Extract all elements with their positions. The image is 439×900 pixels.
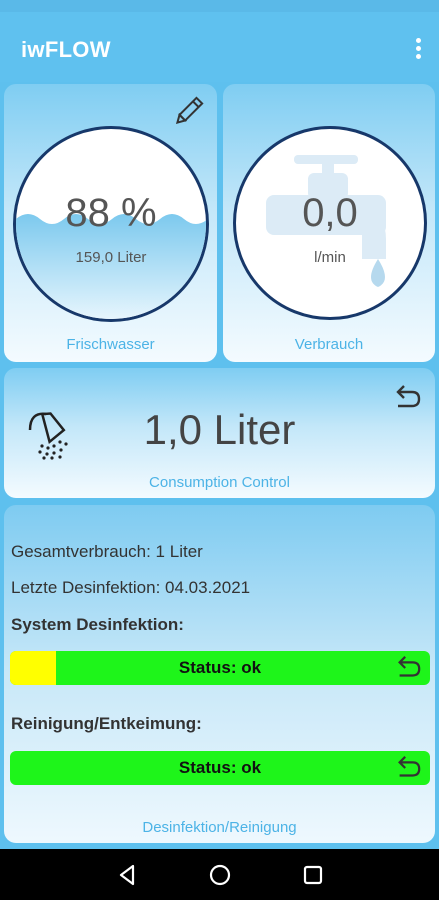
app-bar: iwFLOW (0, 12, 439, 82)
total-consumption: Gesamtverbrauch: 1 Liter (11, 542, 203, 561)
system-status-text: Status: ok (178, 658, 262, 677)
fill-percent: 88 % (65, 191, 157, 235)
system-disinfection-status-bar[interactable]: Status: ok (10, 651, 430, 685)
cleaning-status-text: Status: ok (178, 758, 262, 777)
reset-arrow-icon[interactable] (392, 384, 422, 412)
consumption-card[interactable]: 0,0 l/min Verbrauch (223, 84, 435, 362)
flow-rate-value: 0,0 (302, 191, 358, 235)
nav-back-icon[interactable] (113, 861, 141, 889)
last-disinfection-date: Letzte Desinfektion: 04.03.2021 (11, 578, 251, 597)
edit-pencil-icon[interactable] (170, 94, 206, 130)
system-disinfection-heading: System Desinfektion: (11, 615, 184, 634)
fresh-water-caption: Frischwasser (66, 336, 155, 353)
overflow-menu-icon[interactable] (411, 38, 425, 60)
consumption-control-card[interactable]: 1,0 Liter Consumption Control (4, 368, 435, 498)
system-nav-bar (0, 849, 439, 900)
disinfection-card[interactable]: Gesamtverbrauch: 1 Liter Letzte Desinfek… (4, 505, 435, 843)
flow-rate-unit: l/min (314, 249, 346, 266)
reset-arrow-icon[interactable] (394, 654, 422, 682)
disinfection-caption: Desinfektion/Reinigung (142, 819, 297, 836)
nav-home-icon[interactable] (206, 861, 234, 889)
cleaning-status-bar[interactable]: Status: ok (10, 751, 430, 785)
cleaning-heading: Reinigung/Entkeimung: (11, 714, 202, 733)
app-title: iwFLOW (21, 37, 111, 62)
fresh-water-card[interactable]: 88 % 159,0 Liter Frischwasser (4, 84, 217, 362)
consumption-gauge: 0,0 l/min (233, 126, 427, 320)
fresh-water-gauge: 88 % 159,0 Liter (13, 126, 209, 322)
consumption-control-value: 1,0 Liter (143, 406, 296, 453)
status-bar (0, 0, 439, 12)
nav-recents-icon[interactable] (299, 861, 327, 889)
fill-volume: 159,0 Liter (75, 249, 147, 266)
consumption-control-caption: Consumption Control (149, 474, 290, 491)
consumption-caption: Verbrauch (294, 336, 364, 353)
reset-arrow-icon[interactable] (394, 754, 422, 782)
